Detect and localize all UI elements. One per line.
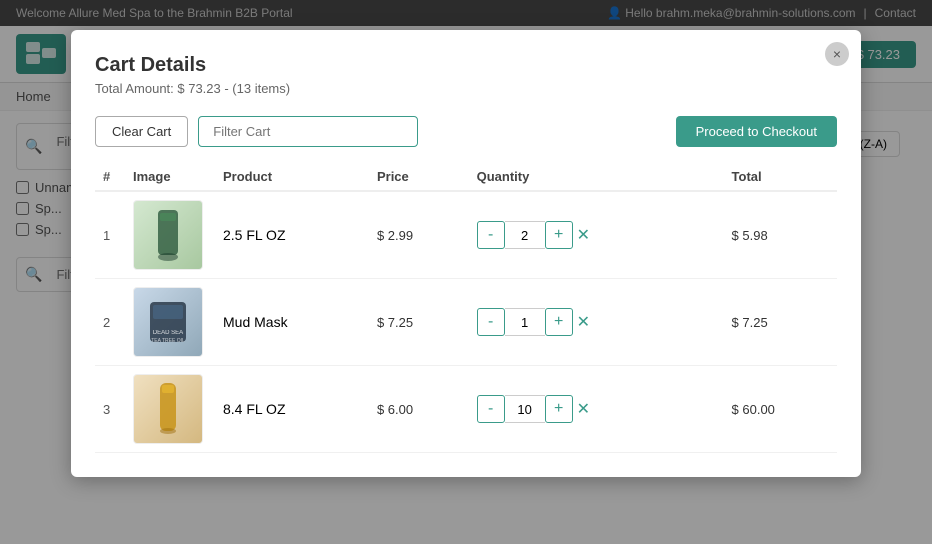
row-2-image: DEAD SEA TEA TREE OIL: [125, 279, 215, 366]
cart-table: # Image Product Price Quantity Total 1: [95, 163, 837, 453]
qty-decrease-3[interactable]: -: [477, 395, 505, 423]
row-3-num: 3: [95, 366, 125, 453]
row-3-product: 8.4 FL OZ: [215, 366, 369, 453]
remove-item-3[interactable]: ✕: [573, 395, 594, 423]
svg-text:TEA TREE OIL: TEA TREE OIL: [151, 338, 185, 344]
qty-decrease-1[interactable]: -: [477, 221, 505, 249]
row-1-qty: - + ✕: [469, 191, 724, 279]
modal-close-button[interactable]: ×: [825, 42, 849, 66]
row-3-total: $ 60.00: [724, 366, 837, 453]
qty-increase-2[interactable]: +: [545, 308, 573, 336]
col-header-image: Image: [125, 163, 215, 191]
qty-control-1: - + ✕: [477, 221, 716, 249]
cart-table-header: # Image Product Price Quantity Total: [95, 163, 837, 191]
row-1-image: [125, 191, 215, 279]
checkout-button[interactable]: Proceed to Checkout: [676, 116, 837, 147]
row-2-product: Mud Mask: [215, 279, 369, 366]
qty-control-3: - + ✕: [477, 395, 716, 423]
modal-title: Cart Details: [95, 54, 837, 77]
qty-increase-1[interactable]: +: [545, 221, 573, 249]
col-header-quantity: Quantity: [469, 163, 724, 191]
qty-input-2[interactable]: [505, 308, 545, 336]
filter-cart-input[interactable]: [198, 116, 418, 147]
modal-overlay: × Cart Details Total Amount: $ 73.23 - (…: [0, 0, 932, 544]
product-image-1: [133, 200, 203, 270]
product-image-3: [133, 374, 203, 444]
modal-toolbar: Clear Cart Proceed to Checkout: [95, 116, 837, 147]
row-2-price: $ 7.25: [369, 279, 469, 366]
qty-increase-3[interactable]: +: [545, 395, 573, 423]
modal-subtitle: Total Amount: $ 73.23 - (13 items): [95, 81, 837, 96]
svg-text:DEAD SEA: DEAD SEA: [153, 330, 183, 336]
row-1-product: 2.5 FL OZ: [215, 191, 369, 279]
qty-input-3[interactable]: [505, 395, 545, 423]
qty-control-2: - + ✕: [477, 308, 716, 336]
clear-cart-button[interactable]: Clear Cart: [95, 116, 188, 147]
row-3-price: $ 6.00: [369, 366, 469, 453]
row-2-qty: - + ✕: [469, 279, 724, 366]
row-1-price: $ 2.99: [369, 191, 469, 279]
remove-item-1[interactable]: ✕: [573, 221, 594, 249]
row-2-total: $ 7.25: [724, 279, 837, 366]
product-image-2: DEAD SEA TEA TREE OIL: [133, 287, 203, 357]
row-1-num: 1: [95, 191, 125, 279]
row-2-num: 2: [95, 279, 125, 366]
modal-toolbar-left: Clear Cart: [95, 116, 418, 147]
table-row: 2 DEAD SEA TEA TREE OIL Mud Mask $ 7: [95, 279, 837, 366]
remove-item-2[interactable]: ✕: [573, 308, 594, 336]
col-header-product: Product: [215, 163, 369, 191]
table-row: 1 2.5 FL OZ $ 2.99: [95, 191, 837, 279]
row-1-total: $ 5.98: [724, 191, 837, 279]
cart-table-body: 1 2.5 FL OZ $ 2.99: [95, 191, 837, 453]
row-3-qty: - + ✕: [469, 366, 724, 453]
qty-input-1[interactable]: [505, 221, 545, 249]
col-header-price: Price: [369, 163, 469, 191]
qty-decrease-2[interactable]: -: [477, 308, 505, 336]
col-header-num: #: [95, 163, 125, 191]
table-row: 3 8.4 FL OZ $ 6.00: [95, 366, 837, 453]
cart-modal: × Cart Details Total Amount: $ 73.23 - (…: [71, 30, 861, 477]
col-header-total: Total: [724, 163, 837, 191]
row-3-image: [125, 366, 215, 453]
